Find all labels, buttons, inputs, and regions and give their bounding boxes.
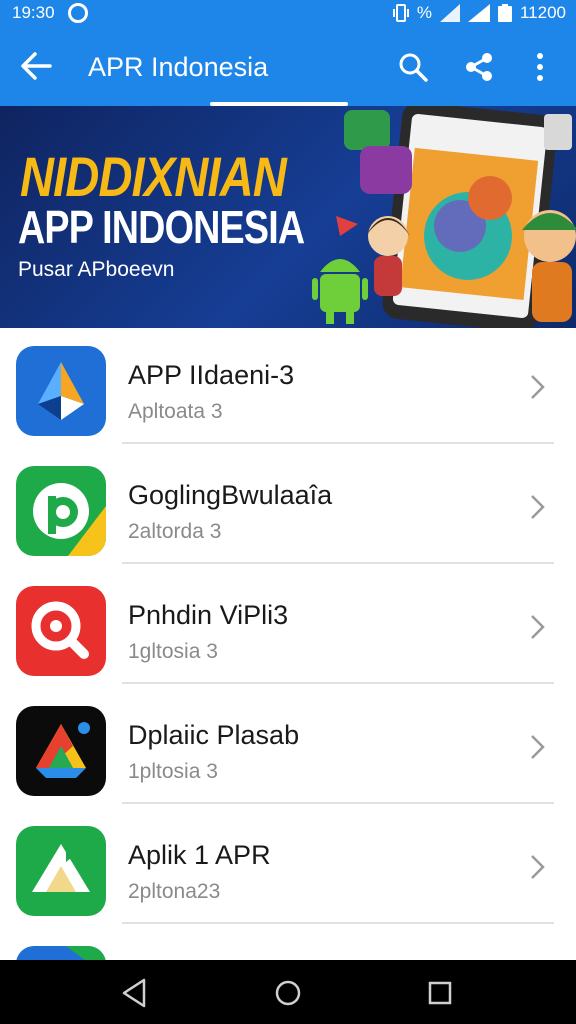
- app-name: APP IIdaeni-3: [128, 360, 295, 390]
- red-search-icon: [16, 586, 106, 676]
- notification-circle-icon: [68, 3, 88, 23]
- divider: [122, 442, 554, 444]
- chevron-right-icon: [531, 375, 545, 399]
- status-icons: % 11200: [392, 3, 566, 23]
- nav-back-icon[interactable]: [118, 976, 152, 1010]
- divider: [122, 922, 554, 924]
- divider: [122, 682, 554, 684]
- banner-illustration: [312, 106, 576, 328]
- app-subtitle: 1gltosia 3: [128, 640, 218, 663]
- page-title: APR Indonesia: [88, 52, 269, 82]
- app-name: GoglingBwulaaîa: [128, 480, 333, 510]
- wifi-signal-icon: [439, 4, 460, 22]
- list-item[interactable]: GoglingBwulaaîa 2altorda 3: [0, 448, 576, 568]
- banner-subtitle: Pusar APboeevn: [18, 258, 175, 281]
- divider: [122, 562, 554, 564]
- blue-arrow-icon: [16, 346, 106, 436]
- divider: [122, 802, 554, 804]
- battery-icon: [497, 4, 512, 22]
- list-item[interactable]: [0, 928, 576, 960]
- status-percent: %: [416, 3, 432, 22]
- app-subtitle: Apltoata 3: [128, 400, 223, 423]
- app-subtitle: 2altorda 3: [128, 520, 222, 543]
- partial-app-icon: [16, 946, 106, 960]
- nav-home-icon[interactable]: [271, 976, 305, 1010]
- status-bar: 19:30 % 11200: [0, 0, 576, 26]
- vibrate-icon: [392, 4, 409, 22]
- app-name: Dplaiic Plasab: [128, 720, 300, 750]
- system-nav-bar: [0, 960, 576, 1024]
- status-time: 19:30: [12, 3, 55, 22]
- nav-recents-icon[interactable]: [423, 976, 457, 1010]
- chevron-right-icon: [531, 495, 545, 519]
- list-item[interactable]: APP IIdaeni-3 Apltoata 3: [0, 328, 576, 448]
- app-list: APP IIdaeni-3 Apltoata 3 GoglingBwulaaîa…: [0, 328, 576, 960]
- chevron-right-icon: [531, 855, 545, 879]
- back-arrow-icon[interactable]: [18, 48, 56, 84]
- chevron-right-icon: [531, 735, 545, 759]
- search-icon[interactable]: [396, 50, 430, 84]
- promo-banner[interactable]: NIDDIXNIAN APP INDONESIA Pusar APboeevn: [0, 106, 576, 328]
- green-p-icon: [16, 466, 106, 556]
- app-subtitle: 2pltona23: [128, 880, 221, 903]
- drive-triangle-icon: [16, 706, 106, 796]
- app-bar: APR Indonesia: [0, 26, 576, 106]
- floating-card-illustration: [544, 114, 572, 150]
- chevron-right-icon: [531, 615, 545, 639]
- app-name: Pnhdin ViPli3: [128, 600, 289, 630]
- status-battery-text: 11200: [519, 3, 566, 22]
- list-item[interactable]: Dplaiic Plasab 1pltosia 3: [0, 688, 576, 808]
- more-options-icon[interactable]: [528, 50, 552, 84]
- cell-signal-icon: [467, 4, 490, 22]
- list-item[interactable]: Aplik 1 APR 2pltona23: [0, 808, 576, 928]
- floating-flag-illustration: [336, 216, 358, 236]
- list-item[interactable]: Pnhdin ViPli3 1gltosia 3: [0, 568, 576, 688]
- android-robot-illustration: [312, 259, 368, 324]
- app-subtitle: 1pltosia 3: [128, 760, 218, 783]
- green-triangle-icon: [16, 826, 106, 916]
- banner-title: APP INDONESIA: [18, 201, 305, 253]
- share-icon[interactable]: [462, 50, 496, 84]
- app-name: Aplik 1 APR: [128, 840, 271, 870]
